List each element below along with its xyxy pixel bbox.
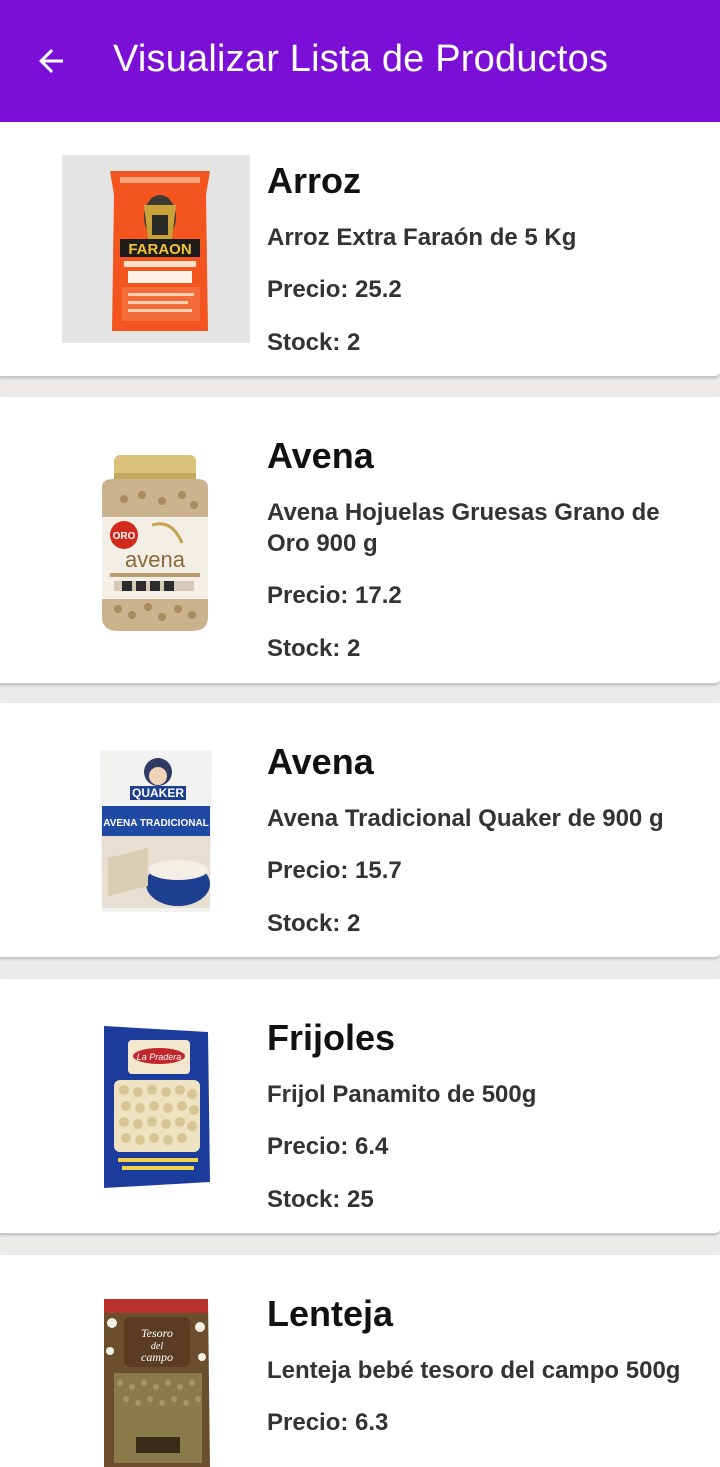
product-name: Frijoles (267, 1017, 396, 1058)
product-description: Arroz Extra Faraón de 5 Kg (267, 224, 577, 251)
product-price: Precio: 25.2 (267, 276, 402, 303)
product-card[interactable]: Tesoro del campo Lenteja Lenteja bebé te… (0, 1255, 720, 1467)
oat-jar-image: ORO avena (102, 455, 208, 631)
product-stock: Stock: 25 (267, 1186, 374, 1213)
product-price: Precio: 6.4 (267, 1133, 389, 1160)
product-price: Precio: 15.7 (267, 857, 402, 884)
svg-text:FARAON: FARAON (128, 241, 191, 258)
svg-text:AVENA TRADICIONAL: AVENA TRADICIONAL (103, 818, 209, 829)
product-stock: Stock: 2 (267, 910, 361, 937)
product-description: Avena Hojuelas Gruesas Grano de Oro 900 … (267, 499, 660, 557)
svg-text:QUAKER: QUAKER (132, 786, 184, 800)
product-card[interactable]: La Pradera Frijoles Frijol Panamito de 5… (0, 979, 720, 1235)
product-name: Arroz (267, 160, 362, 201)
product-image: ORO avena (62, 449, 250, 637)
product-stock: Stock: 2 (267, 635, 361, 662)
page-title: Visualizar Lista de Productos (113, 38, 609, 80)
product-name: Avena (267, 741, 374, 782)
back-button[interactable] (24, 34, 78, 88)
svg-text:La Pradera: La Pradera (137, 1052, 182, 1062)
product-name: Avena (267, 435, 374, 476)
product-list[interactable]: FARAON Arroz Arroz Extra Faraón de 5 Kg … (0, 122, 720, 1467)
product-image: QUAKER AVENA TRADICIONAL (62, 736, 250, 924)
quaker-bag-image: QUAKER AVENA TRADICIONAL (100, 750, 212, 912)
product-price: Precio: 6.3 (267, 1409, 389, 1436)
product-card[interactable]: FARAON Arroz Arroz Extra Faraón de 5 Kg … (0, 122, 720, 378)
product-stock: Stock: 2 (267, 329, 361, 356)
product-name: Lenteja (267, 1293, 394, 1334)
svg-text:Tesoro: Tesoro (141, 1326, 173, 1340)
arrow-left-icon (39, 49, 63, 73)
product-card[interactable]: ORO avena Avena Avena Hojuelas Gruesas G… (0, 397, 720, 685)
product-image: La Pradera (62, 1012, 250, 1200)
app-bar: Visualizar Lista de Productos (0, 0, 720, 122)
product-card[interactable]: QUAKER AVENA TRADICIONAL Avena Avena Tra… (0, 703, 720, 959)
svg-text:avena: avena (125, 547, 186, 572)
lentil-bag-image: Tesoro del campo (104, 1299, 210, 1467)
product-price: Precio: 17.2 (267, 582, 402, 609)
product-image: Tesoro del campo (62, 1287, 250, 1467)
product-description: Avena Tradicional Quaker de 900 g (267, 805, 664, 832)
svg-text:ORO: ORO (113, 531, 136, 542)
rice-bag-image: FARAON (110, 171, 210, 331)
svg-text:campo: campo (141, 1350, 173, 1364)
product-description: Lenteja bebé tesoro del campo 500g (267, 1357, 681, 1384)
product-image: FARAON (62, 155, 250, 343)
beans-bag-image: La Pradera (104, 1026, 210, 1188)
product-description: Frijol Panamito de 500g (267, 1081, 537, 1108)
